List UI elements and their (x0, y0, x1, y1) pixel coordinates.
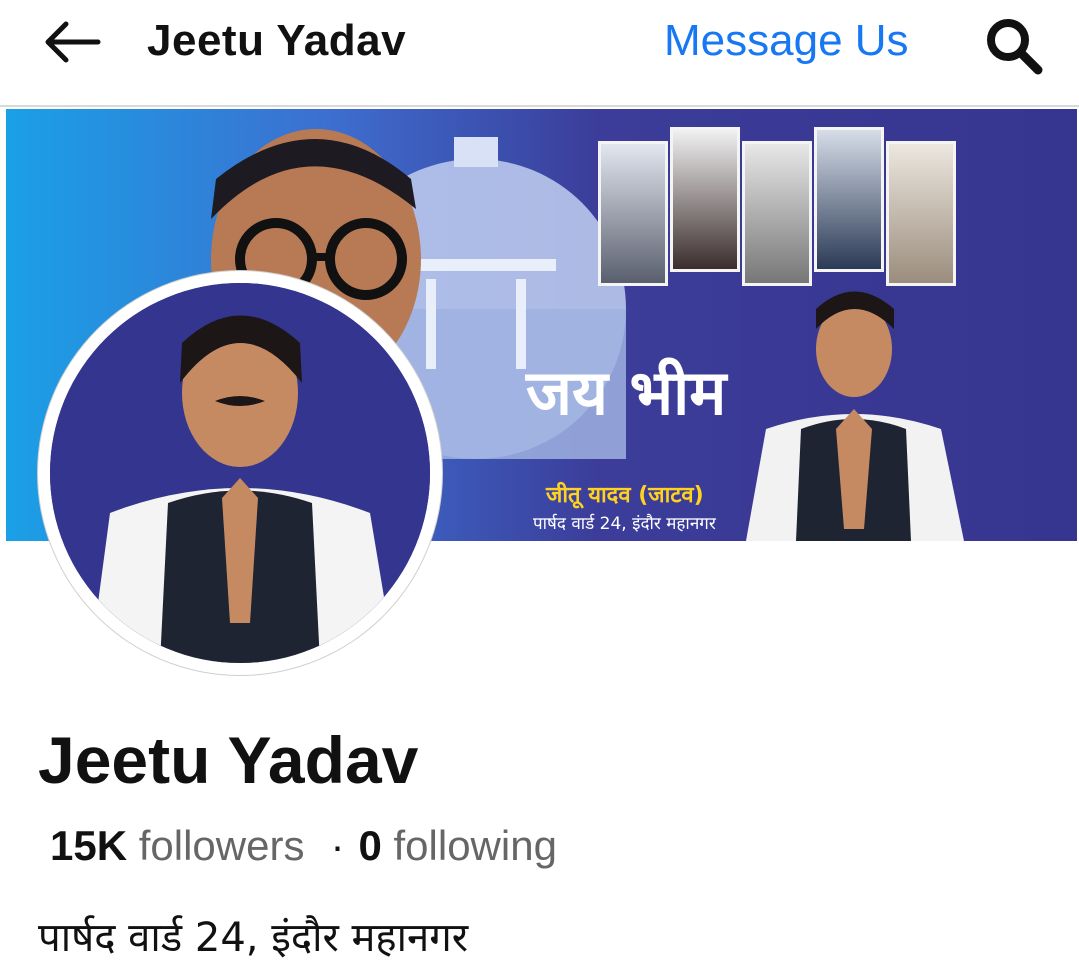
portrait-3 (742, 141, 812, 286)
profile-bio: पार्षद वार्ड 24, इंदौर महानगर (38, 915, 469, 961)
top-bar: Jeetu Yadav Message Us (0, 0, 1079, 107)
following-count: 0 (358, 822, 382, 869)
profile-name: Jeetu Yadav (38, 723, 419, 797)
cover-sub-line: पार्षद वार्ड 24, इंदौर महानगर (533, 514, 716, 534)
cover-name-line: जीतू यादव (जाटव) (546, 483, 704, 508)
avatar-image (50, 283, 430, 663)
cover-headline: जय भीम (526, 356, 727, 429)
avatar-person-graphic (50, 283, 430, 663)
search-icon (987, 19, 1043, 75)
message-us-button[interactable]: Message Us (664, 16, 909, 66)
stats-separator: · (330, 822, 345, 869)
follow-stats: 15K followers · 0 following (50, 822, 557, 870)
avatar[interactable] (38, 271, 442, 675)
portrait-4 (814, 127, 884, 272)
portrait-5 (886, 141, 956, 286)
arrow-left-icon (45, 21, 101, 63)
followers-link[interactable]: 15K followers (50, 822, 304, 869)
followers-label: followers (138, 822, 305, 869)
following-link[interactable]: 0 following (358, 822, 556, 869)
back-button[interactable] (40, 18, 104, 66)
portrait-2 (670, 127, 740, 272)
portrait-1 (598, 141, 668, 286)
followers-count: 15K (50, 822, 128, 869)
following-label: following (393, 822, 557, 869)
search-button[interactable] (982, 14, 1046, 78)
page-title: Jeetu Yadav (147, 16, 407, 65)
